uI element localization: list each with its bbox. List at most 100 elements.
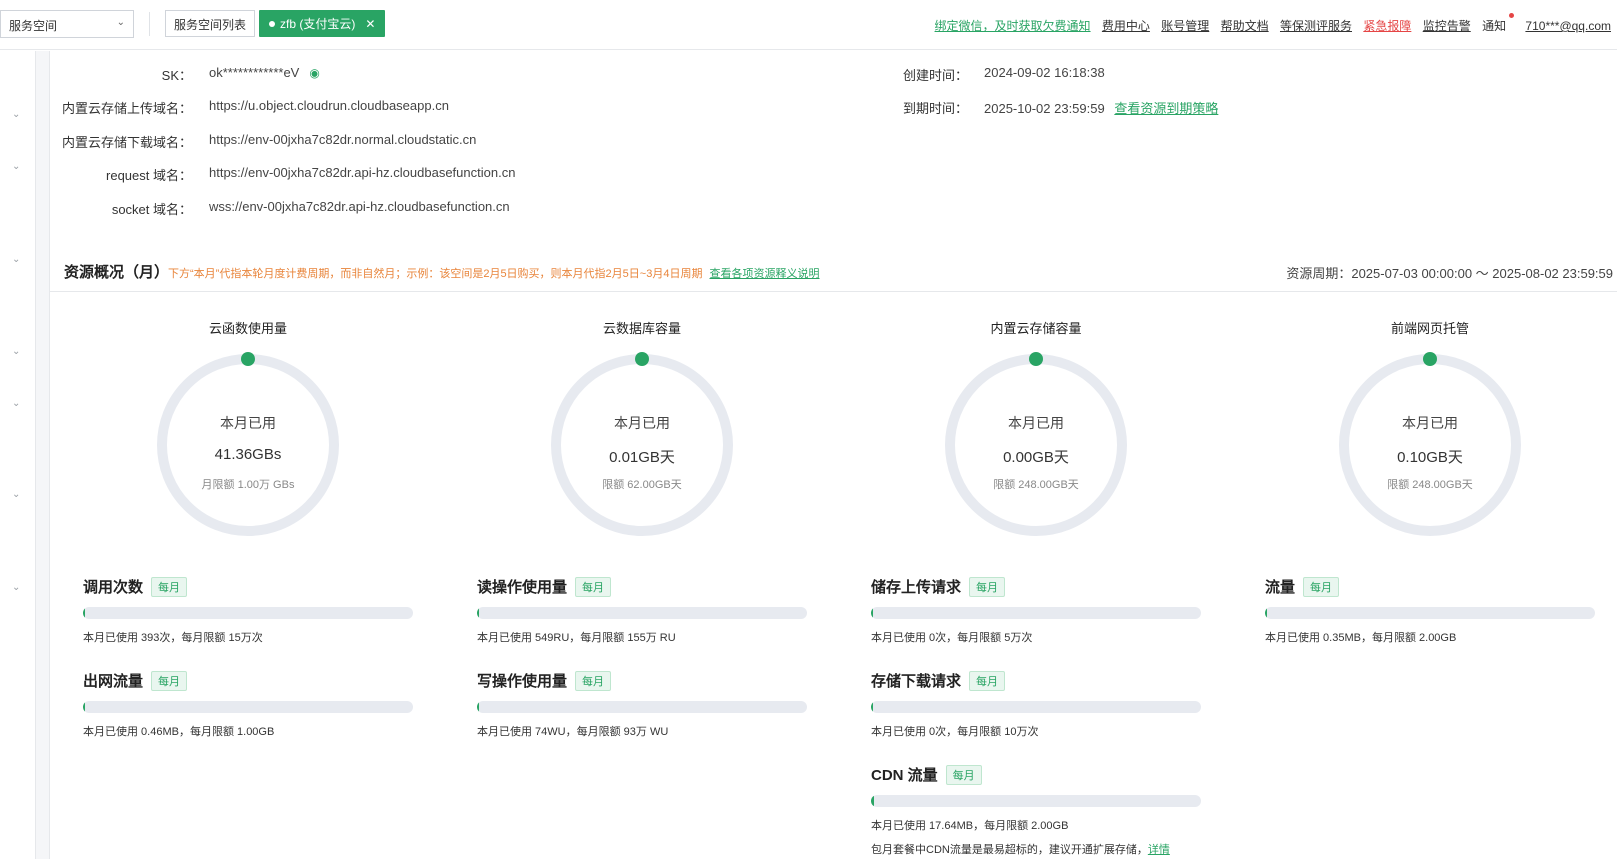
- report-link[interactable]: 紧急报障: [1363, 19, 1411, 33]
- period-badge: 每月: [1303, 576, 1340, 597]
- gauge-track: [551, 354, 733, 536]
- upload-domain-label: 内置云存储上传域名：: [61, 101, 192, 116]
- usage-progress-bar: [83, 701, 413, 713]
- space-select-value: 服务空间: [9, 19, 58, 33]
- gauge-track: [1339, 354, 1521, 536]
- expire-policy-link[interactable]: 查看资源到期策略: [1114, 101, 1218, 116]
- socket-domain-label: socket 域名：: [111, 202, 192, 217]
- metric-title: 出网流量: [83, 673, 144, 690]
- metric-card: 储存上传请求 每月 本月已使用 0次，每月限额 5万次: [871, 576, 1201, 645]
- left-rail: ⌄ ⌄ ⌄ ⌄ ⌄ ⌄ ⌄: [0, 51, 36, 859]
- chevron-down-icon[interactable]: ⌄: [12, 489, 20, 500]
- metric-header: CDN 流量 每月: [871, 764, 1201, 785]
- metric-header: 出网流量 每月: [83, 670, 413, 691]
- billing-link[interactable]: 费用中心: [1102, 19, 1150, 33]
- chevron-down-icon[interactable]: ⌄: [12, 398, 20, 409]
- gauge-value: 0.10GB天: [1397, 449, 1463, 466]
- metric-card: 流量 每月 本月已使用 0.35MB，每月限额 2.00GB: [1265, 576, 1595, 645]
- account-link[interactable]: 账号管理: [1161, 19, 1209, 33]
- divider: [149, 12, 150, 36]
- metric-header: 存储下载请求 每月: [871, 670, 1201, 691]
- metric-card: 调用次数 每月 本月已使用 393次，每月限额 15万次: [83, 576, 413, 645]
- usage-progress-fill: [477, 701, 479, 713]
- expire-value-wrap: 2025-10-02 23:59:59 查看资源到期策略: [984, 98, 1218, 117]
- gauge-limit: 限额 248.00GB天: [1387, 479, 1473, 491]
- security-link[interactable]: 等保测评服务: [1280, 19, 1352, 33]
- chevron-down-icon[interactable]: ⌄: [12, 254, 20, 265]
- period-badge: 每月: [575, 670, 612, 691]
- gauge-card: 内置云存储容量 本月已用 0.00GB天 限额 248.00GB天: [941, 318, 1131, 540]
- usage-progress-fill: [477, 607, 479, 619]
- metric-title: 储存上传请求: [871, 579, 962, 596]
- gauge-label: 本月已用: [1008, 415, 1064, 431]
- docs-link[interactable]: 帮助文档: [1221, 19, 1269, 33]
- user-link[interactable]: 710***@qq.com: [1525, 19, 1611, 33]
- resource-period: 资源周期：2025-07-03 00:00:00 ～ 2025-08-02 23…: [1286, 266, 1613, 281]
- created-label: 创建时间：: [902, 68, 968, 83]
- socket-domain-value: wss://env-00jxha7c82dr.api-hz.cloudbasef…: [209, 199, 510, 214]
- metric-header: 储存上传请求 每月: [871, 576, 1201, 597]
- usage-progress-fill: [1265, 607, 1267, 619]
- gauge-value: 0.00GB天: [1003, 449, 1069, 466]
- metric-card: CDN 流量 每月 本月已使用 17.64MB，每月限额 2.00GB 包月套餐中CD…: [871, 764, 1201, 857]
- usage-progress-fill: [871, 607, 873, 619]
- metric-title: 调用次数: [83, 579, 144, 596]
- chevron-down-icon[interactable]: ⌄: [12, 346, 20, 357]
- close-icon[interactable]: ✕: [365, 17, 375, 31]
- gauge-track: [157, 354, 339, 536]
- usage-progress-bar: [477, 607, 807, 619]
- gauge-ring: 本月已用 0.00GB天限额 248.00GB天: [941, 350, 1131, 540]
- expire-label: 到期时间：: [902, 101, 968, 116]
- gauge-ring: 本月已用 0.01GB天限额 62.00GB天: [547, 350, 737, 540]
- notice-button[interactable]: 通知: [1482, 13, 1515, 33]
- created-value: 2024-09-02 16:18:38: [984, 65, 1105, 80]
- metric-card: 写操作使用量 每月 本月已使用 74WU，每月限额 93万 WU: [477, 670, 807, 739]
- monitor-link[interactable]: 监控告警: [1423, 19, 1471, 33]
- period-badge: 每月: [575, 576, 612, 597]
- gauge-ring: 本月已用 0.10GB天 限额 248.00GB天: [1335, 350, 1525, 540]
- metric-card: 读操作使用量 每月 本月已使用 549RU，每月限额 155万 RU: [477, 576, 807, 645]
- metric-description: 本月已使用 0.46MB，每月限额 1.00GB: [83, 726, 275, 738]
- usage-progress-bar: [1265, 607, 1595, 619]
- metric-card: 存储下载请求 每月本月已使用 0次，每月限额 10万次: [871, 670, 1201, 739]
- period-badge: 每月: [151, 576, 188, 597]
- eye-icon[interactable]: ◉: [309, 66, 319, 80]
- overview-note-link[interactable]: 查看各项资源释义说明: [710, 268, 820, 280]
- usage-progress-fill: [871, 701, 873, 713]
- status-dot-icon: [269, 21, 275, 27]
- gauge-svg: [1339, 352, 1521, 536]
- metric-description: 本月已使用 74WU，每月限额 93万 WU: [477, 726, 669, 738]
- notice-label: 通知: [1482, 19, 1507, 33]
- space-select[interactable]: 服务空间 ⌄: [0, 10, 134, 38]
- overview-note: 下方“本月”代指本轮月度计费周期，而非自然月；示例：该空间是2月5日购买，则本月…: [168, 268, 703, 280]
- usage-progress-fill: [871, 795, 874, 807]
- gauge-limit: 限额 248.00GB天: [993, 479, 1079, 491]
- gauge-value: 0.01GB天: [609, 449, 675, 466]
- metric-description: 本月已使用 0次，每月限额 10万次: [871, 726, 1039, 738]
- gauge-progress-dot: [1029, 352, 1043, 366]
- metric-title: 流量: [1265, 579, 1296, 596]
- period-badge: 每月: [969, 576, 1006, 597]
- gauge-card: 云数据库容量 本月已用 0.01GB天 限额 62.00GB天: [547, 318, 737, 540]
- metric-title: 存储下载请求: [871, 673, 962, 690]
- env-tag[interactable]: zfb (支付宝云) ✕: [259, 10, 386, 37]
- gauge-label: 本月已用: [614, 415, 670, 431]
- request-domain-value: https://env-00jxha7c82dr.api-hz.cloudbas…: [209, 165, 516, 180]
- period-badge: 每月: [945, 764, 982, 785]
- gauge-ring: 本月已用 41.36GBs 月限额 1.00万 GBs: [153, 350, 343, 540]
- chevron-down-icon[interactable]: ⌄: [12, 161, 20, 172]
- gauge-value: 41.36GBs: [214, 446, 282, 463]
- gauge-limit: 限额 62.00GB天: [602, 479, 682, 491]
- space-list-button[interactable]: 服务空间列表: [165, 10, 256, 37]
- chevron-down-icon[interactable]: ⌄: [12, 109, 20, 120]
- usage-progress-fill: [83, 607, 85, 619]
- metric-title: CDN 流量: [871, 767, 938, 784]
- gauge-card: 前端网页托管 本月已用 0.10GB天 限额 248.00GB天: [1335, 318, 1525, 540]
- download-domain-label: 内置云存储下载域名：: [61, 135, 192, 150]
- top-bar: 服务空间 ⌄ 服务空间列表 zfb (支付宝云) ✕ 绑定微信，及时获取欠费通知 …: [0, 0, 1617, 50]
- details-link[interactable]: 详情: [1148, 844, 1170, 856]
- metric-extra: 包月套餐中CDN流量是最易超标的，建议开通扩展存储，详情: [871, 841, 1201, 857]
- bind-wechat-link[interactable]: 绑定微信，及时获取欠费通知: [935, 19, 1091, 33]
- chevron-down-icon[interactable]: ⌄: [12, 582, 20, 593]
- expire-value: 2025-10-02 23:59:59: [984, 101, 1105, 116]
